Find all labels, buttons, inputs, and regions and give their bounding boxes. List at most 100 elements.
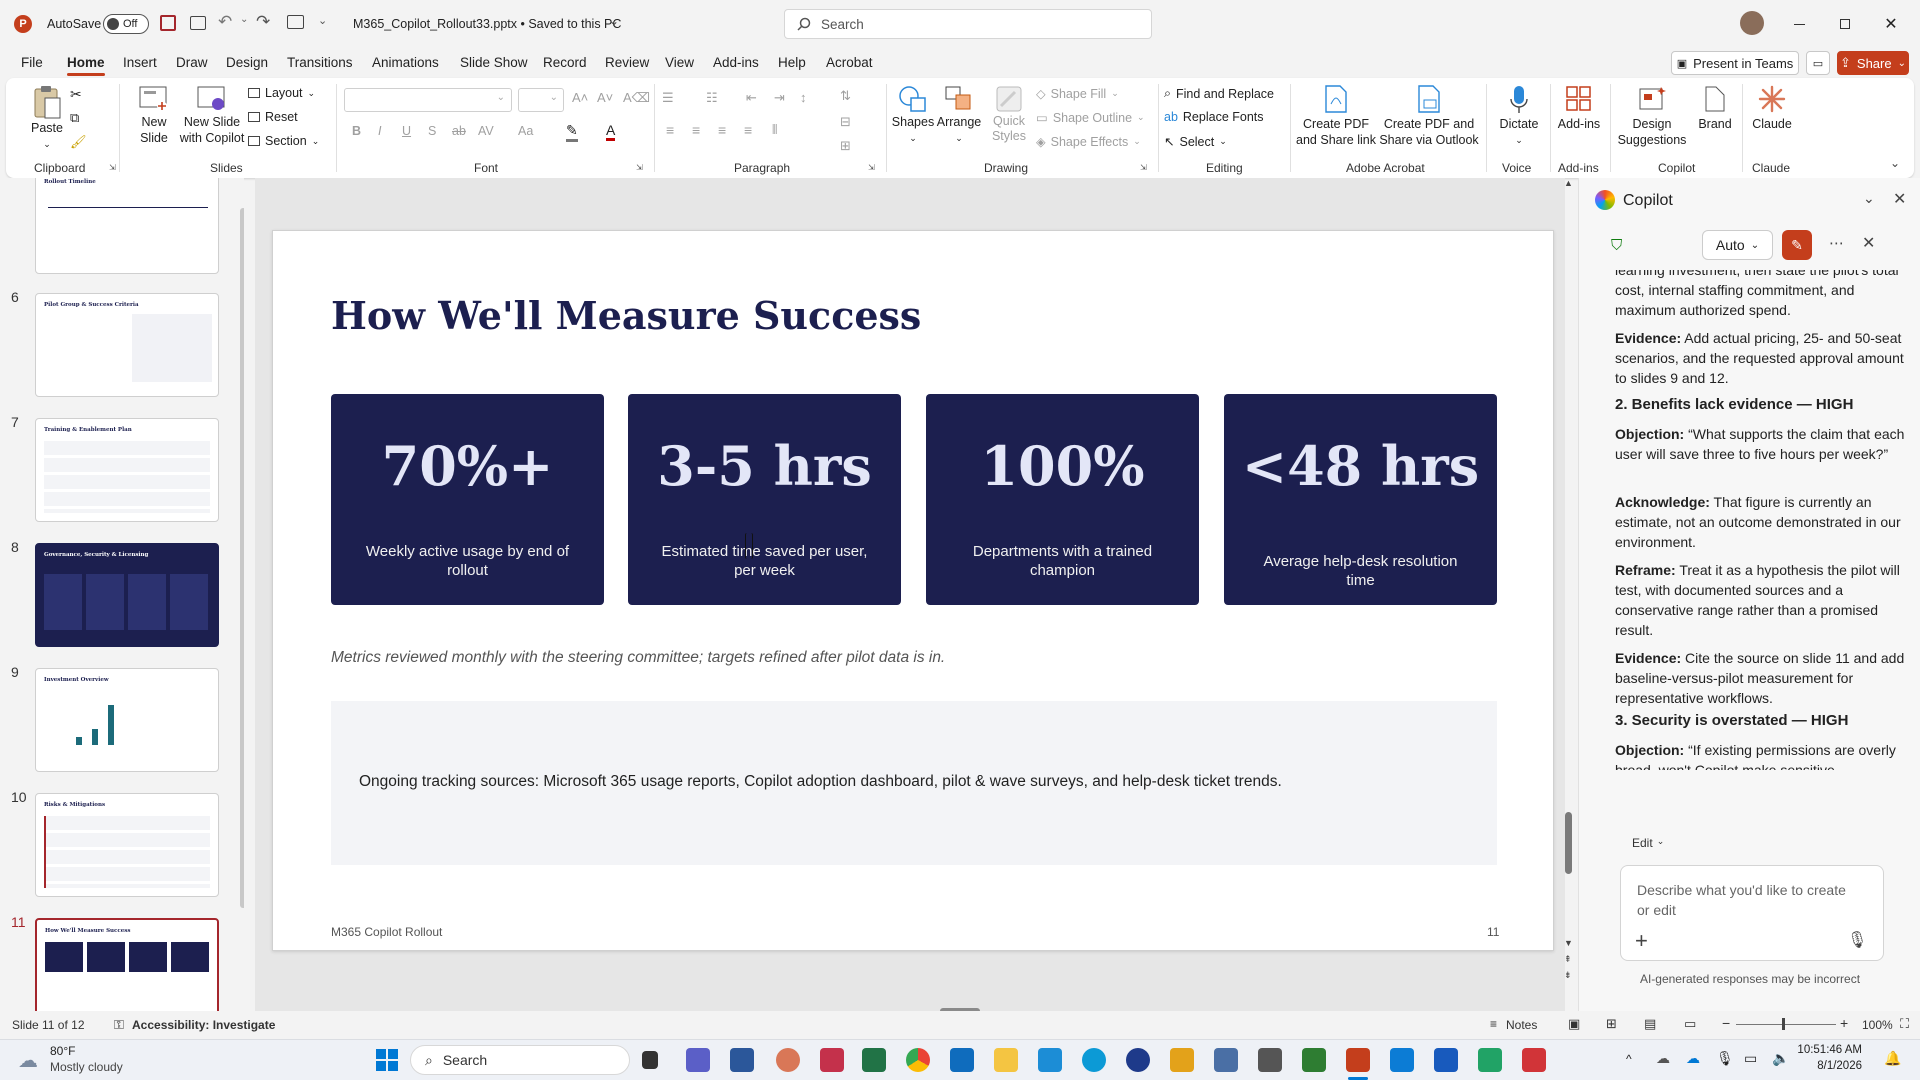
collapse-pane-icon[interactable]: ⌄ <box>1863 190 1875 207</box>
columns-icon[interactable]: ⫴ <box>772 122 777 138</box>
task-view-icon[interactable] <box>642 1051 658 1069</box>
chrome-icon[interactable] <box>906 1048 930 1072</box>
excel-icon[interactable] <box>862 1048 886 1072</box>
present-from-start-icon[interactable] <box>287 15 304 29</box>
font-launcher-icon[interactable]: ⇲ <box>636 163 643 172</box>
tab-draw[interactable]: Draw <box>176 55 208 70</box>
file-explorer-icon[interactable] <box>994 1048 1018 1072</box>
new-slide-button[interactable]: New Slide <box>126 84 182 146</box>
collapse-ribbon-icon[interactable]: ⌄ <box>1890 156 1900 170</box>
save-icon[interactable] <box>160 15 176 31</box>
metric-card-resolution[interactable]: <48 hrs Average help-desk resolution tim… <box>1224 394 1497 605</box>
thumbnails-scrollbar[interactable] <box>240 208 244 908</box>
slide[interactable]: How We'll Measure Success 70%+ Weekly ac… <box>272 230 1554 951</box>
notes-button[interactable]: Notes <box>1506 1018 1537 1032</box>
smartart-icon[interactable]: ⊞ <box>840 138 851 154</box>
shape-fill-button[interactable]: ◇ Shape Fill ⌄ <box>1036 86 1119 102</box>
metrics-note[interactable]: Metrics reviewed monthly with the steeri… <box>331 649 945 667</box>
increase-indent-icon[interactable]: ⇥ <box>774 90 785 106</box>
drawing-launcher-icon[interactable]: ⇲ <box>1140 163 1147 172</box>
minimize-button[interactable] <box>1776 0 1822 48</box>
weather-condition[interactable]: Mostly cloudy <box>50 1060 123 1074</box>
tracking-sources-box[interactable]: Ongoing tracking sources: Microsoft 365 … <box>331 701 1497 865</box>
reading-view-icon[interactable]: ▤ <box>1644 1016 1656 1032</box>
restore-button[interactable] <box>1822 0 1868 48</box>
slide-thumbnail-7[interactable]: Training & Enablement Plan <box>35 418 219 522</box>
metric-card-usage[interactable]: 70%+ Weekly active usage by end of rollo… <box>331 394 604 605</box>
justify-icon[interactable]: ≡ <box>744 122 752 138</box>
align-left-icon[interactable]: ≡ <box>666 122 674 138</box>
new-slide-copilot-button[interactable]: New Slide with Copilot <box>176 84 248 146</box>
teams-icon[interactable] <box>686 1048 710 1072</box>
onedrive-icon[interactable]: ☁ <box>1686 1050 1700 1067</box>
comments-button[interactable]: ▭ <box>1806 51 1830 75</box>
app-icon[interactable] <box>1126 1048 1150 1072</box>
weather-icon[interactable]: ☁ <box>18 1048 38 1073</box>
decrease-font-icon[interactable]: A˅ <box>597 90 613 105</box>
microphone-icon[interactable]: 🎙 <box>1716 1050 1734 1067</box>
cut-icon[interactable]: ✂ <box>70 86 82 103</box>
shape-effects-button[interactable]: ◈ Shape Effects ⌄ <box>1036 134 1141 150</box>
increase-font-icon[interactable]: A˄ <box>572 90 588 105</box>
taskbar-search[interactable]: ⌕ Search <box>410 1045 630 1075</box>
claude-button[interactable]: Claude <box>1746 84 1798 132</box>
underline-icon[interactable]: U <box>402 124 411 138</box>
normal-view-icon[interactable]: ▣ <box>1568 1016 1580 1032</box>
bullets-icon[interactable]: ☰ <box>662 90 674 106</box>
strikethrough-icon[interactable]: ab <box>452 124 466 138</box>
autosave-toggle[interactable]: Off <box>103 14 149 34</box>
clear-formatting-icon[interactable]: A⌫ <box>623 90 650 106</box>
tab-review[interactable]: Review <box>605 55 649 70</box>
app-icon[interactable] <box>1302 1048 1326 1072</box>
select-button[interactable]: ↖ Select ⌄ <box>1164 134 1227 150</box>
tab-acrobat[interactable]: Acrobat <box>826 55 873 70</box>
new-chat-button[interactable]: ✎ <box>1782 230 1812 260</box>
tab-add-ins[interactable]: Add-ins <box>713 55 759 70</box>
accessibility-status[interactable]: Accessibility: Investigate <box>132 1018 275 1032</box>
present-in-teams-button[interactable]: ▣ Present in Teams <box>1671 51 1799 75</box>
tab-design[interactable]: Design <box>226 55 268 70</box>
slide-thumbnail-8[interactable]: Governance, Security & Licensing <box>35 543 219 647</box>
character-spacing-icon[interactable]: AV <box>478 124 494 138</box>
attach-plus-icon[interactable]: + <box>1635 928 1648 954</box>
undo-dropdown-icon[interactable]: ⌄ <box>240 14 248 25</box>
app-icon[interactable] <box>730 1048 754 1072</box>
find-replace-button[interactable]: ⌕ Find and Replace <box>1164 86 1274 101</box>
network-icon[interactable]: ▭ <box>1744 1050 1757 1067</box>
accessibility-icon[interactable]: ⚿ <box>114 1017 124 1033</box>
slide-sorter-icon[interactable]: ⊞ <box>1606 1016 1617 1032</box>
notes-icon[interactable]: ≡ <box>1490 1017 1497 1031</box>
app-icon[interactable] <box>1478 1048 1502 1072</box>
slide-thumbnail-9[interactable]: Investment Overview <box>35 668 219 772</box>
align-center-icon[interactable]: ≡ <box>692 122 700 138</box>
change-case-icon[interactable]: Aa <box>518 124 533 138</box>
shadow-icon[interactable]: S <box>428 124 436 138</box>
font-color-icon[interactable]: A <box>606 122 616 141</box>
copilot-prompt-box[interactable]: Describe what you'd like to create or ed… <box>1620 865 1884 961</box>
mode-selector[interactable]: Auto ⌄ <box>1702 230 1773 260</box>
paste-button[interactable]: Paste ⌄ <box>18 84 76 152</box>
layout-button[interactable]: Layout ⌄ <box>248 86 315 100</box>
format-painter-icon[interactable]: 🖌 <box>70 134 87 150</box>
tab-file[interactable]: File <box>21 55 43 70</box>
scroll-up-icon[interactable]: ▲ <box>1564 178 1573 188</box>
next-slide-icon[interactable]: ⇟ <box>1564 970 1572 981</box>
copy-icon[interactable]: ⧉ <box>70 110 79 126</box>
paragraph-launcher-icon[interactable]: ⇲ <box>868 163 875 172</box>
bold-icon[interactable]: B <box>352 124 361 138</box>
zoom-in-icon[interactable]: + <box>1840 1015 1848 1031</box>
file-name[interactable]: M365_Copilot_Rollout33.pptx • Saved to t… <box>353 17 621 31</box>
reset-button[interactable]: Reset <box>248 110 298 124</box>
italic-icon[interactable]: I <box>378 124 381 138</box>
tab-help[interactable]: Help <box>778 55 806 70</box>
clock-date[interactable]: 8/1/2026 <box>1796 1060 1862 1072</box>
metric-card-champions[interactable]: 100% Departments with a trained champion <box>926 394 1199 605</box>
slide-thumbnail-10[interactable]: Risks & Mitigations <box>35 793 219 897</box>
word-icon[interactable] <box>1434 1048 1458 1072</box>
tab-transitions[interactable]: Transitions <box>287 55 353 70</box>
network-app-icon[interactable] <box>1038 1048 1062 1072</box>
share-button[interactable]: ⇪ Share ⌄ <box>1837 51 1909 75</box>
dictate-button[interactable]: Dictate ⌄ <box>1492 84 1546 148</box>
quick-styles-button[interactable]: Quick Styles <box>986 84 1032 144</box>
zoom-level[interactable]: 100% <box>1862 1018 1893 1032</box>
